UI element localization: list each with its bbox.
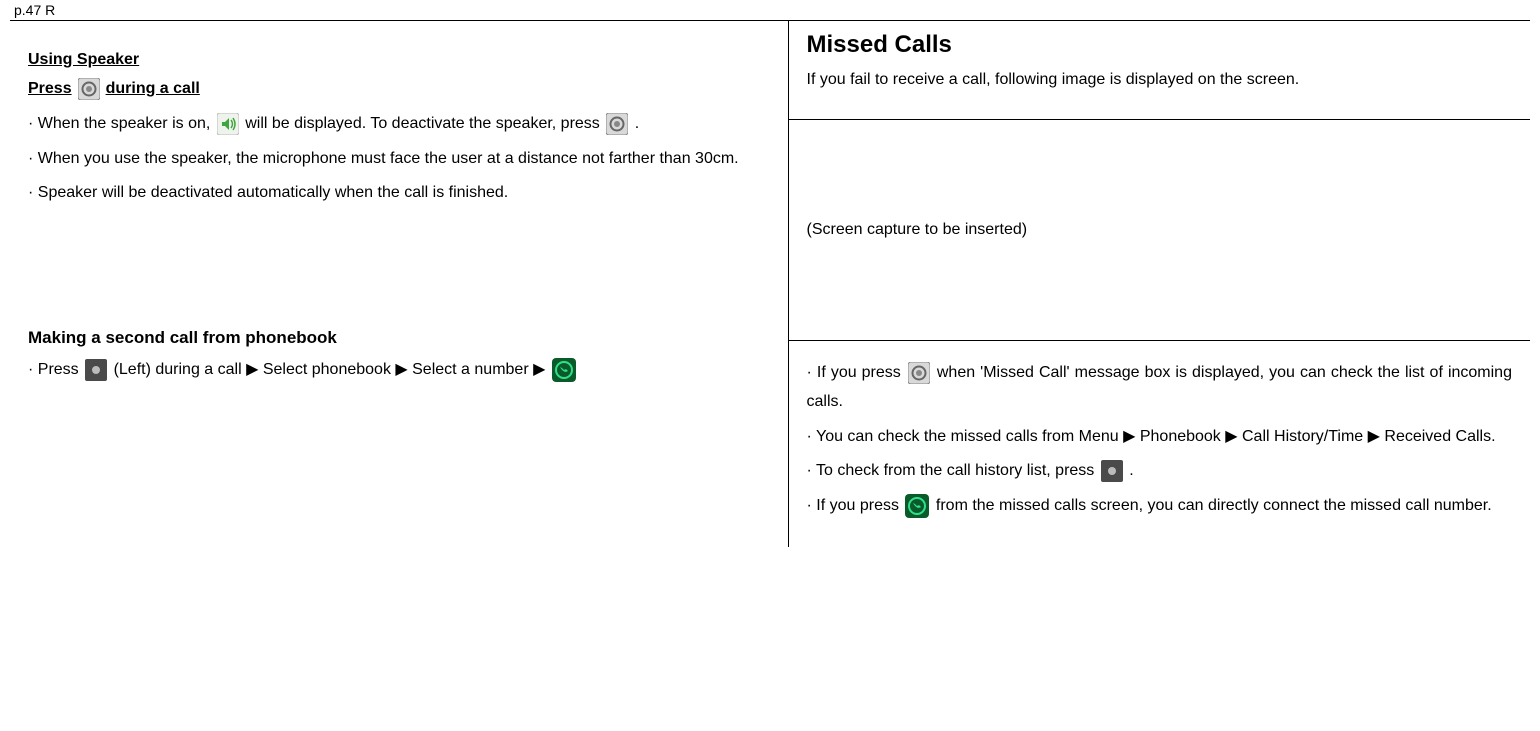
bullet1-a: · When the speaker is on, [28, 115, 210, 132]
mc4-a: · If you press [807, 497, 899, 514]
page-label: p.47 R [0, 0, 1540, 20]
second-call-steps: · Press (Left) during a call ▶ Select ph… [28, 356, 770, 385]
mc4-b: from the missed calls screen, you can di… [936, 497, 1492, 514]
call-button-icon-2 [905, 494, 929, 518]
mc3-b: . [1129, 462, 1133, 479]
press-suffix: during a call [106, 75, 200, 104]
pb-b: (Left) during a call ▶ Select phonebook … [114, 361, 546, 378]
left-column: Using Speaker Press during a call · When… [10, 21, 789, 547]
bullet1-b: will be displayed. To deactivate the spe… [245, 115, 600, 132]
bullet-speaker-on: · When the speaker is on, will be displa… [28, 110, 770, 139]
using-speaker-heading: Using Speaker [28, 51, 139, 69]
softkey-icon [1101, 460, 1123, 482]
press-prefix: Press [28, 75, 72, 104]
bullet-distance: · When you use the speaker, the micropho… [28, 145, 770, 174]
speaker-active-icon [217, 113, 239, 135]
mc-bullet2: · You can check the missed calls from Me… [807, 423, 1513, 452]
bullet-auto-off: · Speaker will be deactivated automatica… [28, 179, 770, 208]
bullet1-c: . [635, 115, 639, 132]
missed-calls-body-cell: · If you press when 'Missed Call' messag… [789, 341, 1531, 547]
ok-button-icon [908, 362, 930, 384]
press-during-call-line: Press during a call [28, 75, 770, 104]
screenshot-placeholder-cell: (Screen capture to be inserted) [789, 120, 1531, 341]
call-button-icon [552, 358, 576, 382]
content-wrap: Using Speaker Press during a call · When… [10, 20, 1530, 547]
mc-bullet4: · If you press from the missed calls scr… [807, 492, 1513, 521]
mc-bullet3: · To check from the call history list, p… [807, 457, 1513, 486]
missed-calls-header-cell: Missed Calls If you fail to receive a ca… [789, 21, 1531, 120]
missed-calls-intro: If you fail to receive a call, following… [807, 71, 1513, 89]
missed-calls-title: Missed Calls [807, 31, 1513, 59]
screenshot-placeholder: (Screen capture to be inserted) [807, 221, 1028, 239]
right-column: Missed Calls If you fail to receive a ca… [789, 21, 1531, 547]
speaker-button-icon-2 [606, 113, 628, 135]
mc3-a: · To check from the call history list, p… [807, 462, 1095, 479]
mc1-a: · If you press [807, 364, 901, 381]
mc-bullet1: · If you press when 'Missed Call' messag… [807, 359, 1513, 417]
speaker-button-icon [78, 78, 100, 100]
pb-a: · Press [28, 361, 79, 378]
softkey-left-icon [85, 359, 107, 381]
second-call-heading: Making a second call from phonebook [28, 328, 770, 348]
